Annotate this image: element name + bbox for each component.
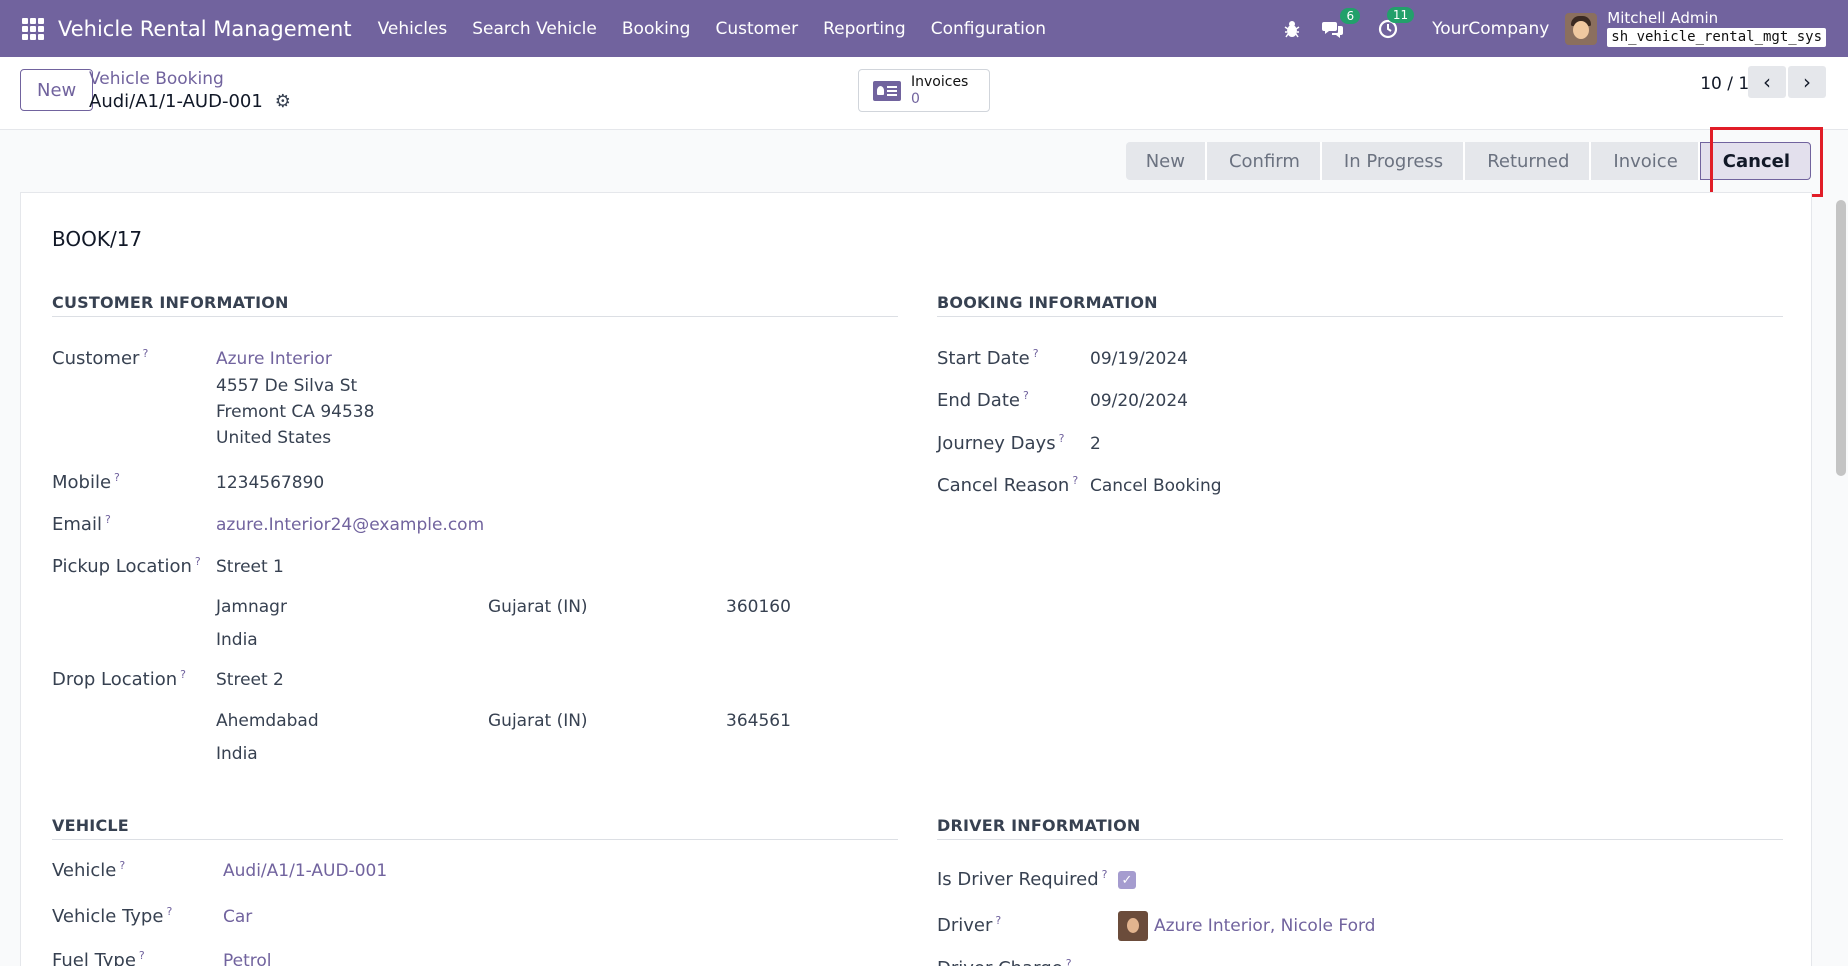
- stage-invoice[interactable]: Invoice: [1591, 142, 1700, 180]
- debug-icon[interactable]: [1284, 20, 1300, 38]
- breadcrumb: Vehicle Booking Audi/A1/1-AUD-001 ⚙: [89, 69, 291, 112]
- customer-street: 4557 De Silva St: [216, 376, 358, 396]
- fuel-type-link[interactable]: Petrol: [223, 951, 272, 966]
- breadcrumb-current: Audi/A1/1-AUD-001: [89, 91, 263, 112]
- driver-avatar: [1118, 911, 1148, 941]
- user-name: Mitchell Admin: [1607, 8, 1719, 27]
- database-name: sh_vehicle_rental_mgt_sys: [1607, 28, 1826, 48]
- pager-next-button[interactable]: ›: [1788, 66, 1826, 98]
- driver-link[interactable]: Azure Interior, Nicole Ford: [1154, 916, 1375, 936]
- control-panel: New Vehicle Booking Audi/A1/1-AUD-001 ⚙ …: [0, 57, 1848, 130]
- journey-days-label: Journey Days?: [937, 432, 1065, 454]
- messages-count-badge: 6: [1340, 7, 1361, 24]
- app-title[interactable]: Vehicle Rental Management: [58, 17, 352, 41]
- journey-days-value: 2: [1090, 434, 1101, 454]
- pager-previous-button[interactable]: ‹: [1748, 66, 1786, 98]
- end-date-label: End Date?: [937, 389, 1029, 411]
- stage-confirm[interactable]: Confirm: [1206, 142, 1322, 180]
- start-date-label: Start Date?: [937, 347, 1039, 369]
- pickup-state: Gujarat (IN): [488, 597, 588, 617]
- menu-customer[interactable]: Customer: [715, 19, 798, 39]
- record-name: BOOK/17: [52, 227, 143, 251]
- drop-location-label: Drop Location?: [52, 668, 186, 690]
- fuel-type-label: Fuel Type?: [52, 949, 145, 966]
- drop-zip: 364561: [726, 711, 791, 731]
- invoices-label: Invoices: [911, 74, 969, 91]
- menu-search-vehicle[interactable]: Search Vehicle: [472, 19, 597, 39]
- invoice-card-icon: [873, 80, 901, 101]
- vehicle-type-label: Vehicle Type?: [52, 905, 173, 927]
- menu-vehicles[interactable]: Vehicles: [378, 19, 448, 39]
- pickup-zip: 360160: [726, 597, 791, 617]
- customer-city: Fremont CA 94538: [216, 402, 375, 422]
- page-scrollbar[interactable]: [1836, 200, 1846, 476]
- customer-country: United States: [216, 428, 332, 448]
- cancel-reason-value: Cancel Booking: [1090, 476, 1222, 496]
- menu-reporting[interactable]: Reporting: [823, 19, 906, 39]
- end-date-value: 09/20/2024: [1090, 391, 1188, 411]
- email-label: Email?: [52, 513, 111, 535]
- stage-in-progress[interactable]: In Progress: [1321, 142, 1466, 180]
- menu-configuration[interactable]: Configuration: [931, 19, 1046, 39]
- breadcrumb-parent-link[interactable]: Vehicle Booking: [89, 69, 291, 89]
- cancel-reason-label: Cancel Reason?: [937, 474, 1079, 496]
- driver-label: Driver?: [937, 914, 1002, 936]
- apps-menu-icon[interactable]: [22, 17, 44, 40]
- drop-state: Gujarat (IN): [488, 711, 588, 731]
- activities-icon[interactable]: 11: [1378, 6, 1415, 39]
- stage-returned[interactable]: Returned: [1465, 142, 1592, 180]
- customer-section-title: CUSTOMER INFORMATION: [52, 293, 898, 317]
- vehicle-type-link[interactable]: Car: [223, 907, 252, 927]
- customer-name-link[interactable]: Azure Interior: [216, 349, 332, 369]
- invoices-smart-button[interactable]: Invoices 0: [858, 69, 990, 112]
- menu-booking[interactable]: Booking: [622, 19, 691, 39]
- user-avatar[interactable]: [1565, 12, 1598, 45]
- user-menu[interactable]: Mitchell Admin sh_vehicle_rental_mgt_sys: [1607, 10, 1826, 48]
- pickup-city: Jamnagr: [216, 597, 287, 617]
- booking-section-title: BOOKING INFORMATION: [937, 293, 1783, 317]
- vehicle-section-title: VEHICLE: [52, 816, 898, 840]
- messages-icon[interactable]: 6: [1322, 7, 1361, 38]
- mobile-label: Mobile?: [52, 471, 120, 493]
- mobile-value: 1234567890: [216, 473, 325, 493]
- pickup-location-label: Pickup Location?: [52, 555, 201, 577]
- drop-street: Street 2: [216, 670, 284, 690]
- drop-city: Ahemdabad: [216, 711, 319, 731]
- start-date-value: 09/19/2024: [1090, 349, 1188, 369]
- customer-label: Customer?: [52, 347, 149, 369]
- pickup-country: India: [216, 630, 258, 650]
- new-button[interactable]: New: [20, 69, 94, 111]
- activities-count-badge: 11: [1386, 6, 1415, 23]
- invoices-count: 0: [911, 90, 920, 107]
- drop-country: India: [216, 744, 258, 764]
- top-navbar: Vehicle Rental Management Vehicles Searc…: [0, 0, 1848, 57]
- vehicle-link[interactable]: Audi/A1/1-AUD-001: [223, 861, 387, 881]
- email-link[interactable]: azure.Interior24@example.com: [216, 515, 484, 535]
- driver-charge-label: Driver Charge?: [937, 957, 1072, 966]
- cancel-highlight-box: [1710, 127, 1823, 197]
- form-sheet: BOOK/17 CUSTOMER INFORMATION BOOKING INF…: [20, 192, 1812, 966]
- status-bar: New Confirm In Progress Returned Invoice…: [1125, 142, 1811, 180]
- stage-new[interactable]: New: [1125, 142, 1207, 180]
- driver-section-title: DRIVER INFORMATION: [937, 816, 1783, 840]
- gear-icon[interactable]: ⚙: [275, 91, 291, 112]
- pickup-street: Street 1: [216, 557, 284, 577]
- driver-required-label: Is Driver Required?: [937, 868, 1108, 890]
- driver-required-checkbox[interactable]: ✓: [1118, 871, 1136, 889]
- vehicle-label: Vehicle?: [52, 859, 126, 881]
- company-switcher[interactable]: YourCompany: [1432, 19, 1549, 39]
